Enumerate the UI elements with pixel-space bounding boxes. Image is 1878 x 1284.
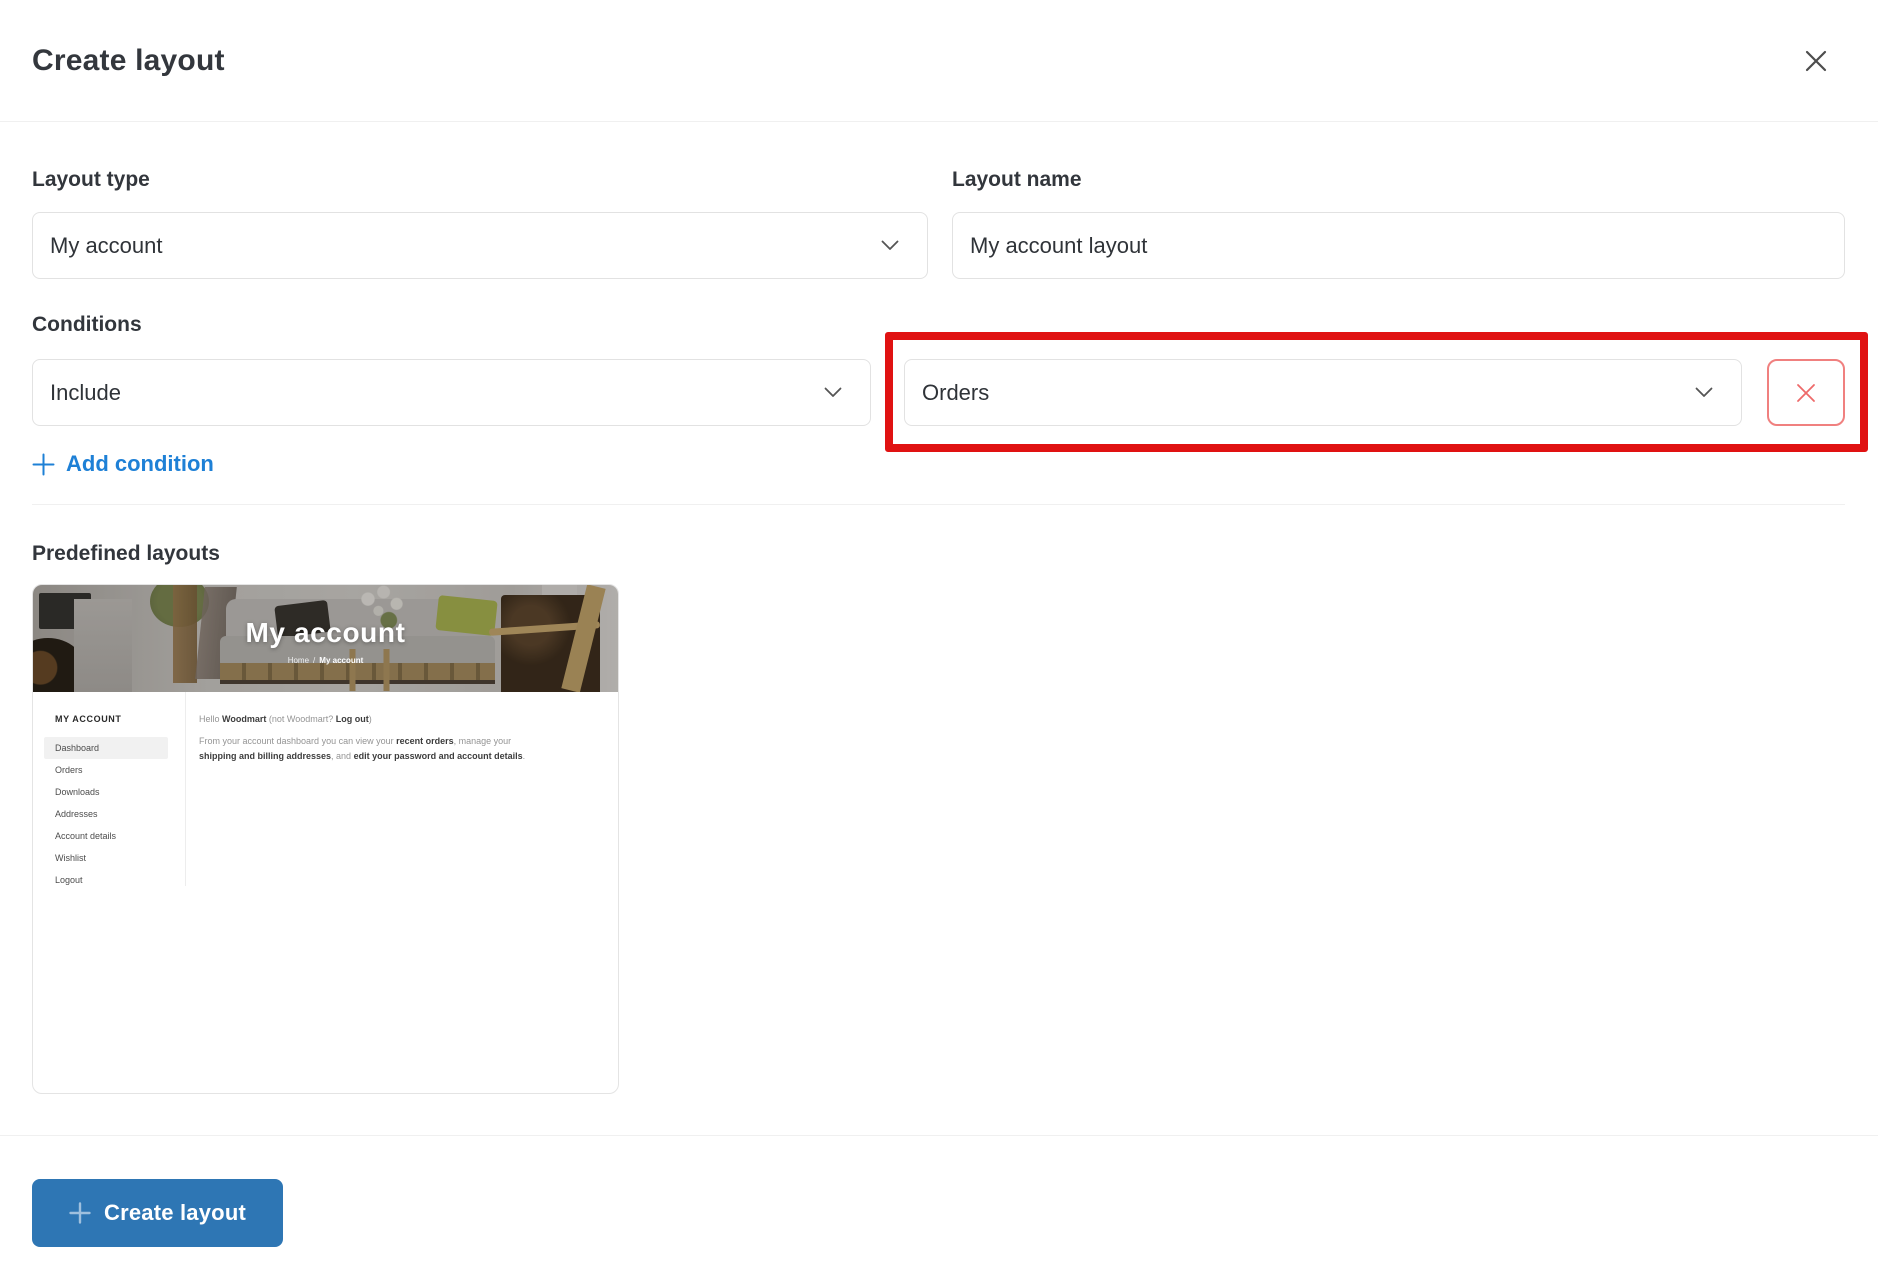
create-layout-label: Create layout — [104, 1200, 246, 1226]
page-title: Create layout — [32, 44, 225, 78]
description-bold: edit your password and account details — [354, 751, 523, 761]
breadcrumb-home: Home — [288, 656, 309, 665]
thumbnail-sidebar-item-account-details: Account details — [44, 825, 168, 847]
thumbnail-content: Hello Woodmart (not Woodmart? Log out) F… — [186, 692, 571, 764]
condition-value-select[interactable]: Orders — [904, 359, 1742, 426]
thumbnail-description: From your account dashboard you can view… — [199, 734, 547, 764]
breadcrumb: Home / My account — [288, 656, 364, 665]
hero-text-block: My account Home / My account — [33, 585, 618, 692]
form-row-type-name: Layout type My account Layout name — [32, 168, 1845, 279]
greeting-logout: Log out — [336, 714, 369, 724]
description-text: , manage your — [454, 736, 512, 746]
layout-name-field: Layout name — [952, 168, 1845, 279]
add-condition-button[interactable]: Add condition — [32, 451, 214, 477]
hero-title: My account — [245, 617, 405, 649]
delete-x-icon — [1794, 381, 1818, 405]
condition-include-select[interactable]: Include — [32, 359, 871, 426]
close-button[interactable] — [1796, 41, 1836, 81]
close-icon — [1800, 45, 1832, 77]
thumbnail-sidebar-item-downloads: Downloads — [44, 781, 168, 803]
layout-name-label: Layout name — [952, 168, 1845, 192]
description-bold: recent orders — [396, 736, 454, 746]
delete-condition-button[interactable] — [1767, 359, 1845, 426]
description-text: , and — [331, 751, 354, 761]
condition-include-value: Include — [50, 380, 121, 406]
thumbnail-greeting: Hello Woodmart (not Woodmart? Log out) — [199, 714, 547, 724]
description-bold: shipping and billing addresses — [199, 751, 331, 761]
modal-footer: Create layout — [0, 1135, 1878, 1247]
greeting-username: Woodmart — [222, 714, 266, 724]
chevron-down-icon — [824, 387, 842, 398]
condition-row: Include Orders — [32, 359, 1845, 426]
predefined-layout-thumbnail[interactable]: My account Home / My account MY ACCOUNT … — [32, 584, 619, 1094]
conditions-label: Conditions — [32, 313, 1845, 337]
section-divider — [32, 504, 1845, 505]
description-text: From your account dashboard you can view… — [199, 736, 396, 746]
thumbnail-sidebar-item-addresses: Addresses — [44, 803, 168, 825]
layout-type-value: My account — [50, 233, 163, 259]
layout-name-input[interactable] — [952, 212, 1845, 279]
layout-type-select[interactable]: My account — [32, 212, 928, 279]
layout-type-field: Layout type My account — [32, 168, 928, 279]
chevron-down-icon — [881, 240, 899, 251]
hero-photo: My account Home / My account — [33, 585, 618, 692]
modal-body: Layout type My account Layout name Condi… — [0, 168, 1878, 1094]
thumbnail-sidebar-item-orders: Orders — [44, 759, 168, 781]
layout-type-label: Layout type — [32, 168, 928, 192]
thumbnail-sidebar-item-wishlist: Wishlist — [44, 847, 168, 869]
thumbnail-page-body: MY ACCOUNT Dashboard Orders Downloads Ad… — [33, 692, 618, 1094]
chevron-down-icon — [1695, 387, 1713, 398]
thumbnail-sidebar: MY ACCOUNT Dashboard Orders Downloads Ad… — [33, 692, 186, 886]
add-condition-label: Add condition — [66, 451, 214, 477]
plus-icon — [69, 1202, 91, 1224]
thumbnail-sidebar-item-dashboard: Dashboard — [44, 737, 168, 759]
greeting-text: (not Woodmart? — [266, 714, 335, 724]
description-text: . — [523, 751, 526, 761]
modal-header: Create layout — [0, 0, 1878, 122]
breadcrumb-current: My account — [319, 656, 363, 665]
thumbnail-sidebar-item-logout: Logout — [44, 869, 168, 891]
greeting-text: Hello — [199, 714, 222, 724]
condition-value: Orders — [922, 380, 989, 406]
plus-icon — [32, 453, 55, 476]
predefined-layouts-label: Predefined layouts — [32, 542, 1845, 566]
thumbnail-sidebar-title: MY ACCOUNT — [44, 714, 185, 724]
greeting-text: ) — [369, 714, 372, 724]
breadcrumb-separator: / — [313, 656, 315, 665]
create-layout-button[interactable]: Create layout — [32, 1179, 283, 1247]
